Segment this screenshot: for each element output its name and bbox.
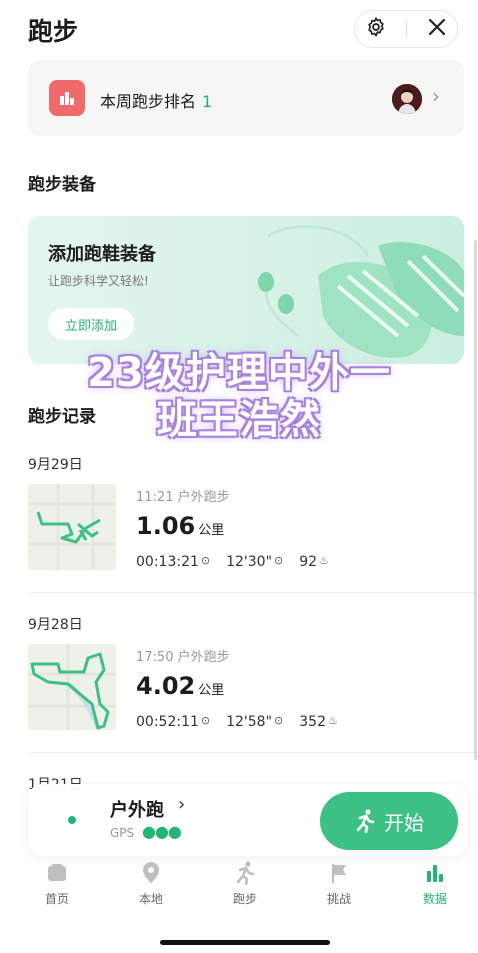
header-actions [354,10,458,48]
clock-icon: ⊙ [200,554,211,567]
route-map-thumbnail[interactable] [28,644,116,730]
tab-data[interactable]: 数据 [400,858,470,907]
start-label: 开始 [384,810,424,835]
record-distance: 4.02 公里 [136,672,224,700]
tab-label: 挑战 [326,892,351,906]
route-map-thumbnail[interactable] [28,484,116,570]
ranking-number: 1 [202,92,213,111]
home-icon [22,858,92,888]
run-icon [210,858,280,888]
record-stats: 00:52:11 ⊙ 12'58" ⊙ 352 ♨ [136,714,338,730]
tab-label: 数据 [422,892,447,906]
divider [28,752,478,753]
gear-icon[interactable] [365,16,387,42]
start-run-button[interactable]: 开始 [320,792,458,850]
tab-label: 跑步 [232,892,257,906]
ranking-label: 本周跑步排名 1 [100,88,212,112]
calories-value: 352 [299,714,326,730]
gear-card-subtitle: 让跑步科学又轻松! [48,274,149,288]
weekly-ranking-card[interactable]: 本周跑步排名 1 › [28,60,464,136]
gps-status-icon [68,816,76,824]
pace-icon: ⊙ [274,554,284,567]
duration-value: 00:52:11 [136,714,199,730]
distance-value: 4.02 [136,672,196,700]
duration-value: 00:13:21 [136,554,199,570]
chevron-right-icon[interactable]: › [178,794,185,815]
run-mode-label[interactable]: 户外跑 [110,796,164,822]
gear-card-title: 添加跑鞋装备 [48,244,156,265]
record-time-type: 17:50 户外跑步 [136,650,230,665]
record-date: 9月28日 [28,617,83,633]
divider [28,592,478,593]
bottom-tab-bar: 首页 本地 跑步 挑战 数据 [0,858,478,920]
gps-label: GPS [110,826,135,840]
pace-value: 12'58" [226,714,273,730]
overlay-caption-line2: 班王浩然 [157,397,321,443]
scrollbar[interactable] [474,240,477,760]
pace-icon: ⊙ [274,714,284,727]
tab-label: 本地 [138,892,163,906]
tab-label: 首页 [44,892,69,906]
flame-icon: ♨ [327,714,338,727]
record-distance: 1.06 公里 [136,512,224,540]
pace-value: 12'30" [226,554,273,570]
record-stats: 00:13:21 ⊙ 12'30" ⊙ 92 ♨ [136,554,329,570]
tab-challenge[interactable]: 挑战 [304,858,374,907]
runner-icon [356,809,375,833]
overlay-caption: 23级护理中外一 班王浩然 [0,350,478,444]
ranking-title: 本周跑步排名 [100,92,197,111]
add-now-button[interactable]: 立即添加 [48,308,134,340]
distance-unit: 公里 [198,523,225,538]
header-divider [406,20,408,38]
home-indicator[interactable] [160,940,330,945]
close-icon[interactable] [427,17,447,41]
record-date: 9月29日 [28,457,83,473]
flag-icon [304,858,374,888]
page-title: 跑步 [28,17,79,46]
shoes-illustration [258,225,464,358]
ranking-badge-icon [49,80,85,116]
chevron-right-icon: › [432,84,440,108]
gps-signal-indicator: ●●● [142,822,182,841]
gear-section-title: 跑步装备 [28,175,96,195]
chart-icon [400,858,470,888]
distance-value: 1.06 [136,512,196,540]
add-shoe-card[interactable]: 添加跑鞋装备 让跑步科学又轻松! 立即添加 [28,216,464,364]
distance-unit: 公里 [198,683,225,698]
location-icon [116,858,186,888]
record-time-type: 11:21 户外跑步 [136,490,230,505]
tab-run[interactable]: 跑步 [210,858,280,907]
overlay-caption-line1: 23级护理中外一 [87,350,391,396]
clock-icon: ⊙ [200,714,211,727]
avatar [392,84,422,114]
flame-icon: ♨ [319,554,329,567]
tab-local[interactable]: 本地 [116,858,186,907]
calories-value: 92 [299,554,318,570]
tab-home[interactable]: 首页 [22,858,92,907]
